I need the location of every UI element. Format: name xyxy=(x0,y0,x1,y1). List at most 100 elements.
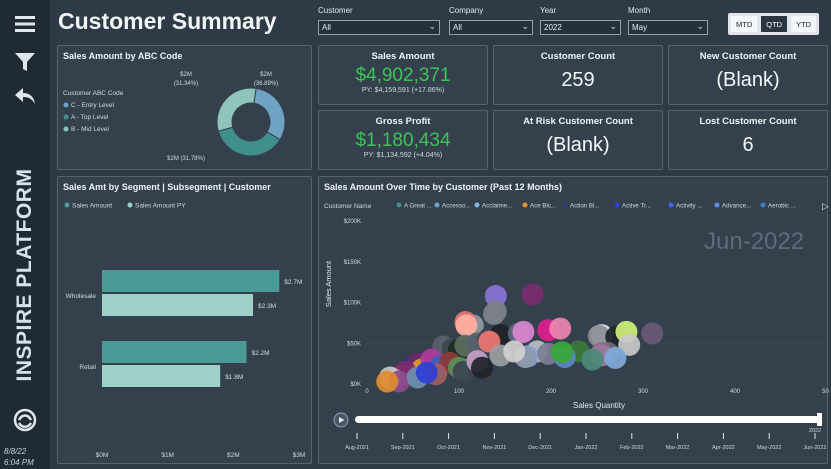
filter-year[interactable]: Year 2022 ⌄ xyxy=(540,6,621,35)
legend-series-label[interactable]: Acclaime... xyxy=(482,203,513,210)
scatter-point[interactable] xyxy=(549,317,572,340)
scatter-point[interactable] xyxy=(581,348,604,371)
timeline-label[interactable]: Apr-2022 xyxy=(712,445,735,451)
bar-wholesale-sales[interactable] xyxy=(102,270,280,292)
page-title: Customer Summary xyxy=(58,8,277,34)
timeline-label[interactable]: May-2022 xyxy=(757,445,781,451)
legend-swatch xyxy=(668,202,674,208)
back-arrow-icon[interactable] xyxy=(13,84,37,108)
legend-label-a: A - Top Level xyxy=(71,114,109,121)
scatter-point[interactable] xyxy=(551,341,574,364)
chevron-down-icon[interactable]: ⌄ xyxy=(521,21,529,32)
legend-swatch xyxy=(434,202,440,208)
legend-series-label[interactable]: Accesso... xyxy=(442,203,471,210)
filter-company[interactable]: Company All ⌄ xyxy=(449,6,533,35)
timeline-label[interactable]: Sep-2021 xyxy=(391,445,415,451)
scatter-point[interactable] xyxy=(512,320,535,343)
x-tick-label: 200 xyxy=(546,389,557,395)
slice-label-c-value: $2M xyxy=(180,72,192,78)
legend-series-label[interactable]: Action Bi... xyxy=(570,203,600,210)
legend-series-label[interactable]: Active Tr... xyxy=(622,203,651,210)
slice-label-b: $2M (31.78%) xyxy=(167,156,205,162)
legend-swatch xyxy=(396,202,402,208)
card-subtext: PY: $4,159,591 (+17.86%) xyxy=(361,87,445,94)
donut-panel: Sales Amount by ABC Code Customer ABC Co… xyxy=(57,45,312,170)
legend-swatch xyxy=(562,202,568,208)
card-title: Lost Customer Count xyxy=(699,116,797,127)
filter-customer[interactable]: Customer All ⌄ xyxy=(318,6,440,35)
y-tick-label: $200K xyxy=(344,219,361,225)
period-qtd-button[interactable]: QTD xyxy=(761,16,788,32)
legend-series-label[interactable]: Ace Bic... xyxy=(530,203,556,210)
card-title: Sales Amount xyxy=(371,51,435,62)
y-tick-label: $50K xyxy=(347,341,361,347)
play-axis-slider-handle[interactable] xyxy=(817,413,822,426)
card-title: New Customer Count xyxy=(699,51,797,62)
filter-icon[interactable] xyxy=(13,50,37,74)
legend-swatch xyxy=(474,202,480,208)
legend-series-label[interactable]: Aerobic ... xyxy=(768,203,796,210)
legend-next-arrow-icon[interactable]: ▷ xyxy=(822,201,829,211)
card-gross-profit: Gross Profit $1,180,434 PY: $1,134,592 (… xyxy=(318,110,488,170)
chevron-down-icon[interactable]: ⌄ xyxy=(609,21,617,32)
card-title: At Risk Customer Count xyxy=(523,116,633,127)
legend-swatch-b xyxy=(63,126,69,132)
donut-chart: Customer ABC Code C - Entry Level A - To… xyxy=(63,72,286,162)
scatter-point[interactable] xyxy=(641,322,664,345)
chevron-down-icon[interactable]: ⌄ xyxy=(428,21,436,32)
bar-data-label: $1.8M xyxy=(225,374,243,381)
timeline-label[interactable]: Feb-2022 xyxy=(620,445,644,451)
slice-label-a-value: $2M xyxy=(260,72,272,78)
timeline-label[interactable]: Nov-2021 xyxy=(482,445,506,451)
legend-label-sales-py: Sales Amount PY xyxy=(135,203,186,210)
bar-retail-sales[interactable] xyxy=(102,341,247,363)
legend-series-label[interactable]: Advance... xyxy=(722,203,752,210)
chevron-down-icon[interactable]: ⌄ xyxy=(696,21,704,32)
legend-title: Customer ABC Code xyxy=(63,90,124,97)
scatter-point[interactable] xyxy=(415,361,438,384)
scatter-point[interactable] xyxy=(521,283,544,306)
x-tick-label: $3M xyxy=(293,452,306,459)
y-tick-label: $0K xyxy=(350,382,361,388)
timeline-label[interactable]: Oct-2021 xyxy=(437,445,460,451)
card-title: Gross Profit xyxy=(375,116,431,127)
donut-slice-b[interactable] xyxy=(216,87,257,132)
y-tick-label: $100K xyxy=(344,301,361,307)
play-button[interactable] xyxy=(333,412,349,428)
x-axis-title: Sales Quantity xyxy=(573,401,625,410)
filter-value: May xyxy=(632,23,648,32)
legend-label-b: B - Mid Level xyxy=(71,126,109,133)
bar-retail-sales-py[interactable] xyxy=(102,365,221,387)
x-tick-label: 500 xyxy=(822,389,829,395)
timeline-label[interactable]: Jun-2022 xyxy=(804,445,827,451)
slice-label-c-pct: (31.34%) xyxy=(174,81,198,87)
x-tick-label: $0M xyxy=(96,452,109,459)
scatter-point[interactable] xyxy=(604,346,627,369)
timeline-label[interactable]: Dec-2021 xyxy=(528,445,552,451)
card-value: (Blank) xyxy=(716,69,780,91)
legend-series-label[interactable]: A Great ... xyxy=(404,203,432,210)
card-customer-count: Customer Count 259 xyxy=(493,45,663,105)
legend-title: Customer Name xyxy=(324,203,372,210)
bar-data-label: $2.7M xyxy=(284,279,302,286)
card-value: (Blank) xyxy=(546,134,610,156)
bar-wholesale-sales-py[interactable] xyxy=(102,294,254,316)
filter-month[interactable]: Month May ⌄ xyxy=(628,6,708,35)
donut-slice-c[interactable] xyxy=(253,87,286,141)
card-title: Customer Count xyxy=(540,51,616,62)
period-ytd-button[interactable]: YTD xyxy=(791,16,817,32)
play-axis-slider-track[interactable] xyxy=(355,416,822,423)
timeline-label[interactable]: Jan-2022 xyxy=(575,445,598,451)
legend-swatch xyxy=(714,202,720,208)
legend-series-label[interactable]: Activity ... xyxy=(676,203,703,210)
menu-icon[interactable] xyxy=(13,12,37,36)
scatter-point[interactable] xyxy=(503,340,526,363)
scatter-point[interactable] xyxy=(376,370,399,393)
card-new-customer-count: New Customer Count (Blank) xyxy=(668,45,828,105)
timeline-label[interactable]: Aug-2021 xyxy=(345,445,369,451)
refresh-date: 8/8/22 xyxy=(4,447,27,456)
period-mtd-button[interactable]: MTD xyxy=(731,16,758,32)
timeline-label[interactable]: Mar-2022 xyxy=(666,445,690,451)
scatter-point[interactable] xyxy=(484,300,507,323)
scatter-point[interactable] xyxy=(471,356,493,379)
